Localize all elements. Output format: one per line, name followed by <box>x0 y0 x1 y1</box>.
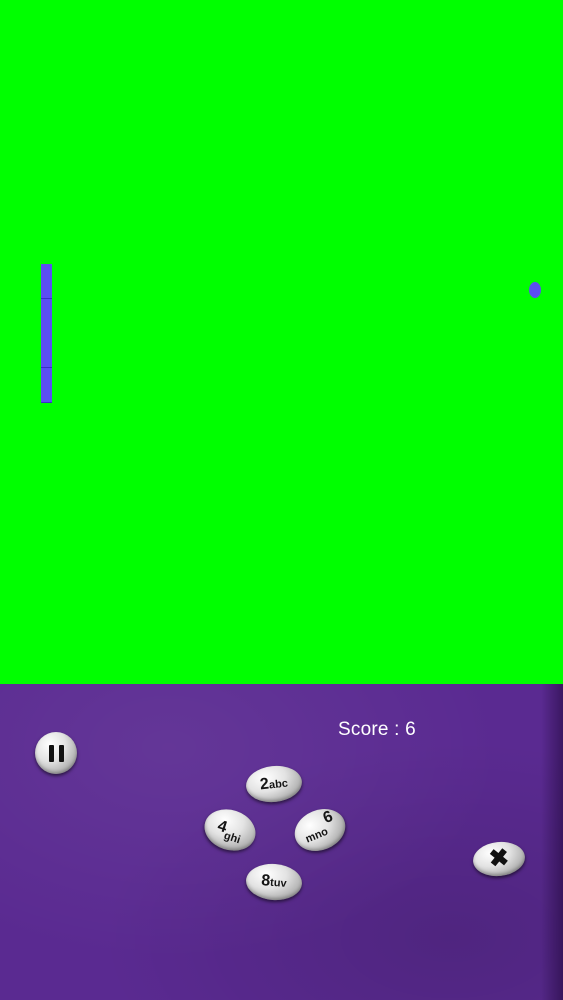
down-key-letters: tuv <box>269 876 288 890</box>
control-panel <box>0 684 563 1000</box>
pause-icon <box>48 744 64 762</box>
snake-segment <box>41 298 52 317</box>
playfield <box>0 0 563 684</box>
game-screen: Score : 6 2abc 4ghi mno6 8tuv ✖ <box>0 0 563 1000</box>
snake-segment <box>41 384 52 403</box>
up-key-letters: abc <box>268 777 289 792</box>
snake-segment <box>41 367 52 386</box>
pause-button[interactable] <box>35 732 77 774</box>
snake-segment <box>41 315 52 334</box>
snake-segment <box>41 350 52 369</box>
food-pellet <box>529 282 541 298</box>
snake-segment <box>41 333 52 351</box>
left-key-letters: ghi <box>222 829 242 847</box>
snake-segment <box>41 281 52 300</box>
right-key-digit: 6 <box>320 808 336 828</box>
score-display: Score : 6 <box>338 719 416 740</box>
close-icon: ✖ <box>487 844 511 873</box>
right-key-letters: mno <box>303 825 330 846</box>
snake-segment <box>41 264 52 282</box>
